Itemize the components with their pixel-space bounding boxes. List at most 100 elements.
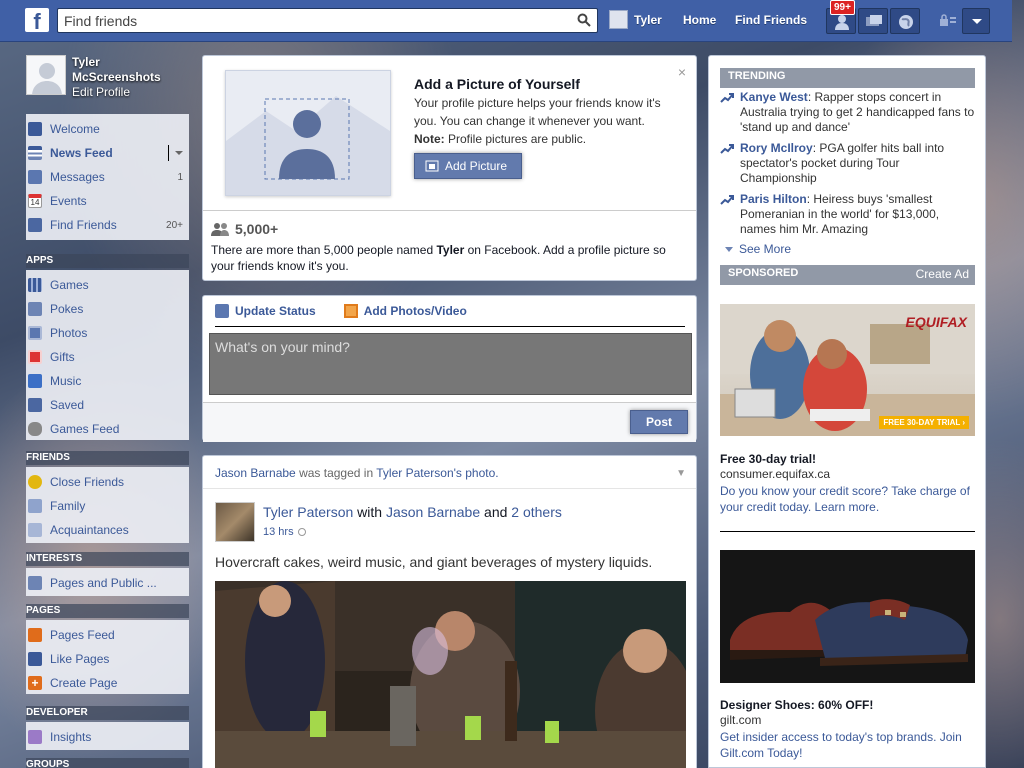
shoes-ad-image[interactable] <box>720 550 975 683</box>
facebook-icon <box>28 122 42 136</box>
thumbs-up-icon <box>28 652 42 666</box>
home-link[interactable]: Home <box>683 13 716 27</box>
add-picture-button[interactable]: Add Picture <box>414 153 522 179</box>
trending-topic-link[interactable]: Kanye West <box>740 90 808 104</box>
story-photo[interactable] <box>215 581 686 768</box>
sidebar-item-saved[interactable]: Saved <box>26 393 189 417</box>
controller-icon <box>28 422 42 436</box>
sidebar-item-label: Find Friends <box>50 218 117 232</box>
ad-url[interactable]: consumer.equifax.ca <box>720 467 830 481</box>
camera-icon <box>343 304 358 318</box>
profile-first-name[interactable]: Tyler <box>72 55 161 70</box>
search-input[interactable] <box>58 9 558 32</box>
sidebar-item-acquaintances[interactable]: Acquaintances <box>26 518 189 542</box>
people-icon <box>211 223 229 236</box>
sidebar-item-close-friends[interactable]: Close Friends <box>26 470 189 494</box>
name-count: 5,000+ <box>211 221 278 237</box>
facebook-logo[interactable]: f <box>25 8 49 32</box>
sidebar-item-games[interactable]: Games <box>26 273 189 297</box>
notifications-jewel[interactable] <box>890 8 920 34</box>
composer-footer: Post <box>203 402 696 442</box>
trending-topic-link[interactable]: Rory McIlroy <box>740 141 813 155</box>
sidebar-item-label: Family <box>50 499 86 513</box>
ad-text[interactable]: Get insider access to today's top brands… <box>720 729 975 761</box>
nav-profile-link[interactable]: Tyler <box>609 10 662 29</box>
profile-picture[interactable] <box>26 55 66 95</box>
messages-jewel[interactable] <box>858 8 888 34</box>
silhouette-icon <box>226 96 390 195</box>
sidebar-item-pages-feed[interactable]: Pages Feed <box>26 623 189 647</box>
profile-last-name[interactable]: McScreenshots <box>72 70 161 85</box>
close-icon[interactable]: × <box>678 64 686 80</box>
trending-item[interactable]: Kanye West: Rapper stops concert in Aust… <box>720 90 975 135</box>
sidebar-item-like-pages[interactable]: Like Pages <box>26 647 189 671</box>
ad-text[interactable]: Do you know your credit score? Take char… <box>720 483 975 515</box>
ad-url[interactable]: gilt.com <box>720 713 761 727</box>
sidebar-item-games-feed[interactable]: Games Feed <box>26 417 189 441</box>
sidebar-item-pokes[interactable]: Pokes <box>26 297 189 321</box>
globe-icon <box>297 528 306 536</box>
star-icon <box>28 475 42 489</box>
chevron-down-icon[interactable] <box>175 151 183 155</box>
sidebar-item-music[interactable]: Music <box>26 369 189 393</box>
create-ad-link[interactable]: Create Ad <box>916 267 969 285</box>
with-friend-link[interactable]: Jason Barnabe <box>386 504 480 520</box>
tagged-photo-link[interactable]: Tyler Paterson's photo. <box>376 466 498 480</box>
sidebar-item-count: 1 <box>177 171 183 183</box>
ad-title[interactable]: Free 30-day trial! <box>720 452 816 466</box>
others-link[interactable]: 2 others <box>511 504 562 520</box>
sidebar-item-label: Gifts <box>50 350 75 364</box>
sidebar-item-news-feed[interactable]: News Feed <box>26 141 189 165</box>
ad-title[interactable]: Designer Shoes: 60% OFF! <box>720 698 873 712</box>
search-box[interactable] <box>57 8 598 33</box>
sidebar-item-messages[interactable]: Messages 1 <box>26 165 189 189</box>
story-timestamp[interactable]: 13 hrs <box>263 526 306 538</box>
sidebar-item-insights[interactable]: Insights <box>26 725 189 749</box>
messages-icon <box>28 170 42 184</box>
see-more-link[interactable]: See More <box>725 242 791 256</box>
author-avatar[interactable] <box>215 502 255 542</box>
sidebar-item-label: Pages and Public ... <box>50 576 157 590</box>
tab-update-status[interactable]: Update Status <box>215 304 316 318</box>
interests-heading: INTERESTS <box>26 552 189 566</box>
party-photo <box>215 581 686 768</box>
edit-profile-link[interactable]: Edit Profile <box>72 85 161 99</box>
equifax-ad-image[interactable]: EQUIFAX FREE 30-DAY TRIAL › <box>720 304 975 436</box>
sidebar-item-welcome[interactable]: Welcome <box>26 117 189 141</box>
sidebar-item-gifts[interactable]: Gifts <box>26 345 189 369</box>
equifax-logo: EQUIFAX <box>905 314 967 330</box>
name-count-value: 5,000+ <box>235 221 279 237</box>
sidebar-item-label: Acquaintances <box>50 523 129 537</box>
nav-avatar <box>609 10 628 29</box>
privacy-shortcuts-icon[interactable] <box>940 14 956 26</box>
chevron-down-icon[interactable]: ▼ <box>676 468 686 479</box>
profile-picture-placeholder[interactable] <box>225 70 391 196</box>
rss-icon <box>28 576 42 590</box>
status-input[interactable]: What's on your mind? <box>209 333 692 395</box>
add-picture-body: Your profile picture helps your friends … <box>414 94 676 148</box>
sidebar-item-count: 20+ <box>166 219 183 231</box>
author-link[interactable]: Tyler Paterson <box>263 504 353 520</box>
sponsored-heading: SPONSORED Create Ad <box>720 265 975 285</box>
account-settings-caret[interactable] <box>962 8 990 34</box>
trending-item[interactable]: Rory McIlroy: PGA golfer hits ball into … <box>720 141 975 186</box>
interests-list: Pages and Public ... <box>26 568 189 596</box>
sidebar-item-photos[interactable]: Photos <box>26 321 189 345</box>
tab-add-photos-video[interactable]: Add Photos/Video <box>343 304 467 318</box>
sidebar-item-label: Close Friends <box>50 475 125 489</box>
sidebar-item-pages-and-public[interactable]: Pages and Public ... <box>26 571 189 595</box>
search-icon[interactable] <box>577 13 591 27</box>
developer-list: Insights <box>26 722 189 750</box>
trending-arrow-icon <box>720 195 734 205</box>
trending-arrow-icon <box>720 144 734 154</box>
sidebar-item-events[interactable]: 14 Events <box>26 189 189 213</box>
trending-topic-link[interactable]: Paris Hilton <box>740 192 807 206</box>
tag-actor-link[interactable]: Jason Barnabe <box>215 466 296 480</box>
trending-item[interactable]: Paris Hilton: Heiress buys 'smallest Pom… <box>720 192 975 237</box>
find-friends-link[interactable]: Find Friends <box>735 13 807 27</box>
sidebar-item-create-page[interactable]: + Create Page <box>26 671 189 695</box>
sidebar-item-family[interactable]: Family <box>26 494 189 518</box>
post-button[interactable]: Post <box>630 410 688 434</box>
sidebar-item-find-friends[interactable]: Find Friends 20+ <box>26 213 189 237</box>
chevron-down-icon <box>725 246 733 252</box>
